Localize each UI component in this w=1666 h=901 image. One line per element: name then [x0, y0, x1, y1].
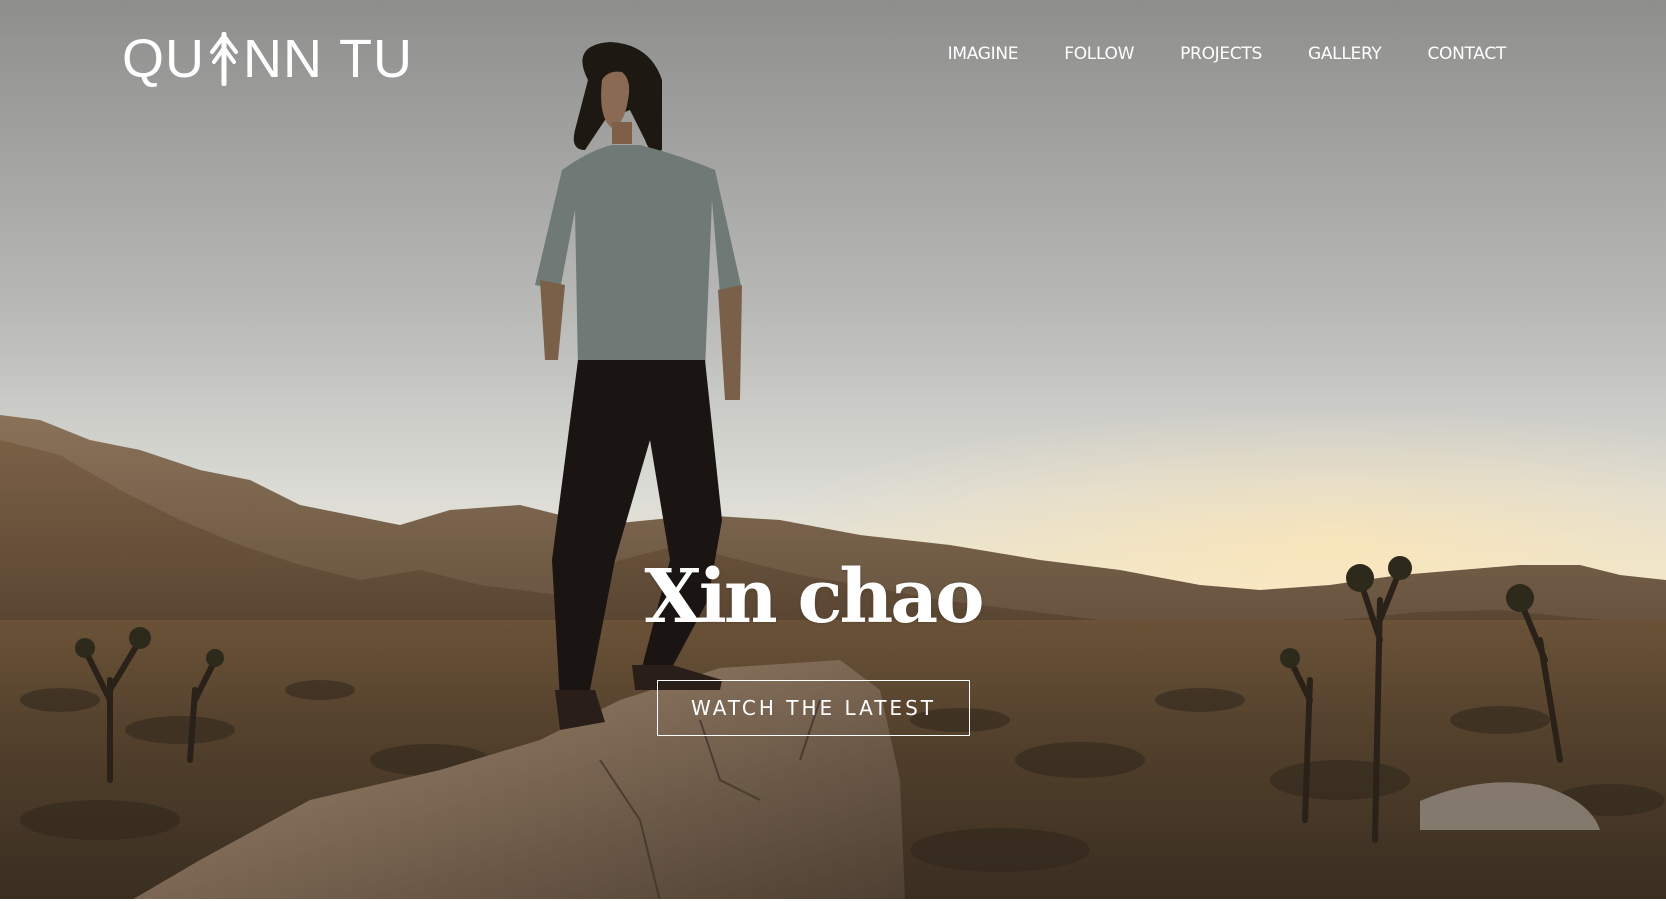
pine-tree-icon	[210, 32, 238, 86]
brand-name-part-2: NN	[243, 29, 323, 89]
brand-logo[interactable]: QU NN TU	[122, 30, 413, 88]
main-nav: IMAGINE FOLLOW PROJECTS GALLERY CONTACT	[948, 40, 1507, 68]
nav-item-contact[interactable]: CONTACT	[1427, 40, 1506, 68]
nav-item-follow[interactable]: FOLLOW	[1064, 40, 1134, 68]
nav-item-gallery[interactable]: GALLERY	[1308, 40, 1382, 68]
brand-name-part-1: QU	[122, 29, 205, 89]
hero-background-photo	[0, 0, 1666, 901]
brand-name-part-3: TU	[339, 29, 413, 89]
nav-item-projects[interactable]: PROJECTS	[1180, 40, 1262, 68]
hero-section: QU NN TU IMAGINE FOLLOW PROJECTS GALLERY…	[0, 0, 1666, 901]
site-header: QU NN TU IMAGINE FOLLOW PROJECTS GALLERY…	[0, 0, 1666, 110]
nav-item-imagine[interactable]: IMAGINE	[948, 40, 1019, 68]
hero-headline: Xin chao	[644, 554, 984, 640]
watch-latest-button[interactable]: WATCH THE LATEST	[657, 680, 970, 736]
